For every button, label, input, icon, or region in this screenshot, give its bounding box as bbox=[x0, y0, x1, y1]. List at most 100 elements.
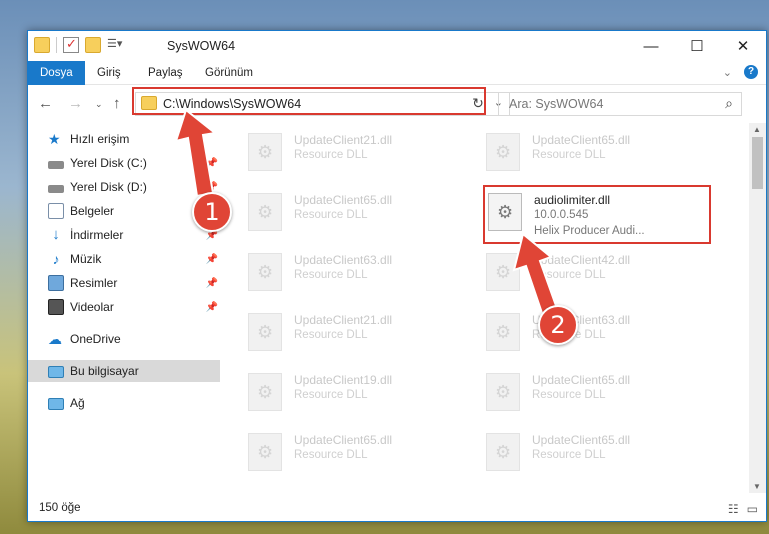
dll-file-icon bbox=[486, 253, 520, 291]
sidebar-item-label: Yerel Disk (D:) bbox=[70, 180, 147, 194]
file-name: UpdateClient65.dll bbox=[532, 433, 631, 447]
details-view-icon[interactable]: ☷ bbox=[728, 502, 739, 516]
folder-icon[interactable] bbox=[34, 37, 50, 53]
file-name: UpdateClient21.dll bbox=[294, 313, 393, 327]
scroll-up-icon[interactable]: ▲ bbox=[753, 125, 761, 134]
dll-file-icon bbox=[248, 193, 282, 231]
new-folder-icon[interactable] bbox=[85, 37, 101, 53]
dll-file-icon bbox=[248, 253, 282, 291]
list-item[interactable]: UpdateClient21.dll Resource DLL bbox=[248, 131, 448, 173]
chevron-down-icon[interactable]: ⌄ bbox=[723, 66, 732, 79]
documents-icon bbox=[48, 203, 64, 219]
computer-icon bbox=[48, 366, 64, 378]
sidebar-item-label: Bu bilgisayar bbox=[70, 364, 139, 378]
sidebar-item-label: Belgeler bbox=[70, 204, 115, 218]
sidebar-item-label: Yerel Disk (C:) bbox=[70, 156, 147, 170]
file-name: UpdateClient19.dll bbox=[294, 373, 393, 387]
scroll-thumb[interactable] bbox=[752, 137, 763, 189]
file-highlight-box bbox=[483, 185, 711, 244]
file-desc: Resource DLL bbox=[532, 269, 606, 281]
navigation-pane: ★ Hızlı erişim Yerel Disk (C:) 📌 Yerel D… bbox=[28, 123, 220, 493]
file-list: UpdateClient21.dll Resource DLL UpdateCl… bbox=[220, 123, 740, 493]
drive-icon bbox=[48, 185, 64, 193]
file-name: UpdateClient63.dll bbox=[294, 253, 393, 267]
tab-dosya[interactable]: Dosya bbox=[28, 61, 85, 85]
close-button[interactable]: ✕ bbox=[720, 31, 766, 61]
list-item[interactable]: UpdateClient65.dll Resource DLL bbox=[486, 371, 686, 413]
sidebar-item-this-pc[interactable]: Bu bilgisayar bbox=[28, 360, 220, 382]
status-bar: 150 öğe ☷ ▭ bbox=[28, 497, 766, 521]
dll-file-icon bbox=[486, 313, 520, 351]
properties-icon[interactable] bbox=[63, 36, 79, 53]
sidebar-item-downloads[interactable]: ↓ İndirmeler 📌 bbox=[48, 224, 220, 246]
large-icons-view-icon[interactable]: ▭ bbox=[747, 502, 758, 516]
pin-icon[interactable]: 📌 bbox=[206, 158, 218, 169]
list-item[interactable]: UpdateClient63.dll Resource DLL bbox=[486, 311, 686, 353]
up-arrow-icon[interactable]: ↑ bbox=[113, 95, 121, 112]
pictures-icon bbox=[48, 275, 64, 291]
dll-file-icon bbox=[248, 133, 282, 171]
sidebar-item-videos[interactable]: Videolar 📌 bbox=[48, 296, 220, 318]
file-desc: Resource DLL bbox=[532, 149, 606, 161]
pin-icon[interactable]: 📌 bbox=[206, 278, 218, 289]
forward-arrow-icon[interactable]: → bbox=[68, 95, 83, 112]
sidebar-item-label: İndirmeler bbox=[70, 228, 124, 242]
file-desc: Resource DLL bbox=[294, 329, 368, 341]
download-icon: ↓ bbox=[52, 226, 60, 243]
search-input[interactable]: Ara: SysWOW64 ⌕ bbox=[498, 92, 742, 116]
sidebar-item-quick-access[interactable]: ★ Hızlı erişim bbox=[48, 128, 220, 150]
search-icon: ⌕ bbox=[725, 95, 733, 111]
list-item[interactable]: UpdateClient65.dll Resource DLL bbox=[248, 431, 448, 473]
list-item[interactable]: UpdateClient63.dll Resource DLL bbox=[248, 251, 448, 293]
dll-file-icon bbox=[486, 133, 520, 171]
dll-file-icon bbox=[486, 373, 520, 411]
minimize-button[interactable]: — bbox=[628, 31, 674, 61]
sidebar-item-pictures[interactable]: Resimler 📌 bbox=[48, 272, 220, 294]
scroll-down-icon[interactable]: ▼ bbox=[753, 482, 761, 491]
step-marker-2: 2 bbox=[538, 305, 578, 345]
list-item[interactable]: UpdateClient42.dll Resource DLL bbox=[486, 251, 686, 293]
quick-access-toolbar: ☰▾ bbox=[34, 36, 123, 53]
item-count: 150 öğe bbox=[39, 502, 81, 514]
network-icon bbox=[48, 398, 64, 410]
sidebar-item-label: Müzik bbox=[70, 252, 102, 266]
window-title: SysWOW64 bbox=[167, 39, 236, 53]
tab-giris[interactable]: Giriş bbox=[85, 61, 133, 85]
sidebar-item-disk-c[interactable]: Yerel Disk (C:) 📌 bbox=[48, 152, 220, 174]
list-item[interactable]: UpdateClient19.dll Resource DLL bbox=[248, 371, 448, 413]
cloud-icon: ☁ bbox=[48, 331, 62, 347]
file-name: UpdateClient65.dll bbox=[294, 193, 393, 207]
file-desc: Resource DLL bbox=[294, 449, 368, 461]
file-desc: Resource DLL bbox=[532, 389, 606, 401]
sidebar-item-label: Videolar bbox=[70, 300, 114, 314]
back-arrow-icon[interactable]: ← bbox=[38, 95, 53, 112]
tab-paylas[interactable]: Paylaş bbox=[136, 61, 195, 85]
customize-toolbar-icon[interactable]: ☰▾ bbox=[107, 37, 123, 53]
file-desc: Resource DLL bbox=[532, 449, 606, 461]
file-desc: Resource DLL bbox=[294, 149, 368, 161]
search-placeholder: Ara: SysWOW64 bbox=[509, 97, 604, 111]
pin-icon[interactable]: 📌 bbox=[206, 302, 218, 313]
list-item[interactable]: UpdateClient65.dll Resource DLL bbox=[248, 191, 448, 233]
maximize-button[interactable]: ☐ bbox=[674, 31, 720, 61]
list-item[interactable]: UpdateClient65.dll Resource DLL bbox=[486, 131, 686, 173]
help-icon[interactable]: ? bbox=[744, 65, 758, 79]
list-item[interactable]: UpdateClient65.dll Resource DLL bbox=[486, 431, 686, 473]
step-marker-1: 1 bbox=[192, 192, 232, 232]
pin-icon[interactable]: 📌 bbox=[206, 182, 218, 193]
drive-icon bbox=[48, 161, 64, 169]
list-item[interactable]: UpdateClient21.dll Resource DLL bbox=[248, 311, 448, 353]
dll-file-icon bbox=[248, 313, 282, 351]
tab-gorunum[interactable]: Görünüm bbox=[193, 61, 265, 85]
separator bbox=[56, 37, 57, 53]
pin-icon[interactable]: 📌 bbox=[206, 254, 218, 265]
dll-file-icon bbox=[486, 433, 520, 471]
sidebar-item-onedrive[interactable]: ☁ OneDrive bbox=[48, 328, 220, 350]
vertical-scrollbar[interactable]: ▲ ▼ bbox=[749, 123, 766, 493]
address-highlight-box bbox=[132, 87, 486, 115]
recent-locations-chevron-icon[interactable]: ⌄ bbox=[95, 99, 103, 110]
sidebar-item-disk-d[interactable]: Yerel Disk (D:) 📌 bbox=[48, 176, 220, 198]
dll-file-icon bbox=[248, 373, 282, 411]
sidebar-item-network[interactable]: Ağ bbox=[48, 392, 220, 414]
sidebar-item-music[interactable]: ♪ Müzik 📌 bbox=[48, 248, 220, 270]
